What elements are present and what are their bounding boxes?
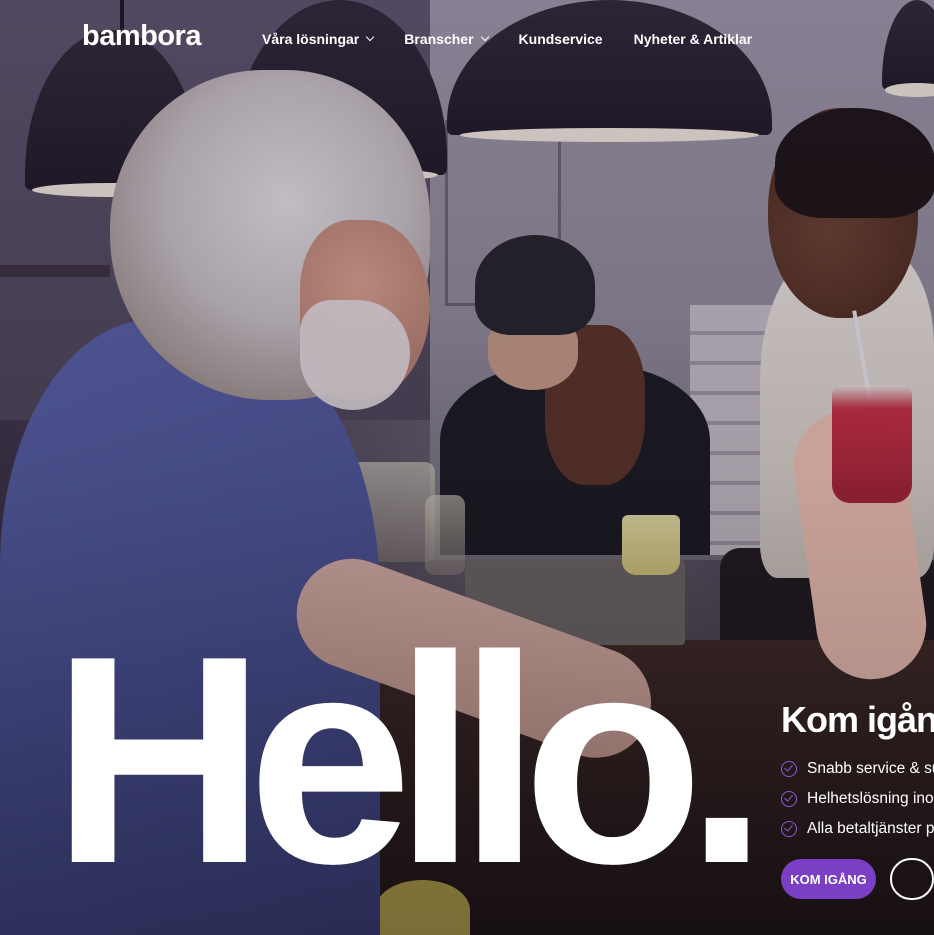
cta-buttons: KOM IGÅNG (781, 858, 934, 900)
secondary-button[interactable] (890, 858, 934, 900)
kom-igang-button[interactable]: KOM IGÅNG (781, 859, 876, 899)
list-item: Alla betaltjänster på ett ställe (781, 814, 934, 844)
list-item: Helhetslösning inom betalningar (781, 784, 934, 814)
chevron-down-icon (480, 32, 489, 42)
cta-title: Kom igång (781, 699, 934, 740)
nav-item-label: Kundservice (518, 31, 603, 47)
nav-item-vara-losningar[interactable]: Våra lösningar (262, 31, 375, 47)
cta-panel: Kom igång Snabb service & support Helhet… (781, 698, 934, 900)
nav-item-label: Våra lösningar (262, 31, 360, 47)
nav-item-kundservice[interactable]: Kundservice (519, 31, 603, 47)
list-item: Snabb service & support (781, 754, 934, 784)
check-circle-icon (781, 821, 797, 837)
bambora-logo[interactable]: bambora (82, 20, 201, 53)
nav-item-label: Branscher (404, 31, 474, 47)
nav-item-nyheter-artiklar[interactable]: Nyheter & Artiklar (634, 31, 753, 47)
nav-item-branscher[interactable]: Branscher (404, 31, 489, 47)
bullet-text: Snabb service & support (807, 760, 934, 777)
bullet-text: Helhetslösning inom betalningar (807, 790, 934, 807)
hero-headline: Hello. (52, 594, 768, 925)
chevron-down-icon (366, 32, 375, 42)
check-circle-icon (781, 791, 797, 807)
nav-item-label: Nyheter & Artiklar (633, 31, 753, 47)
check-circle-icon (781, 761, 797, 777)
bullet-text: Alla betaltjänster på ett ställe (807, 820, 934, 837)
main-nav: Våra lösningar Branscher Kundservice Nyh… (262, 31, 783, 47)
